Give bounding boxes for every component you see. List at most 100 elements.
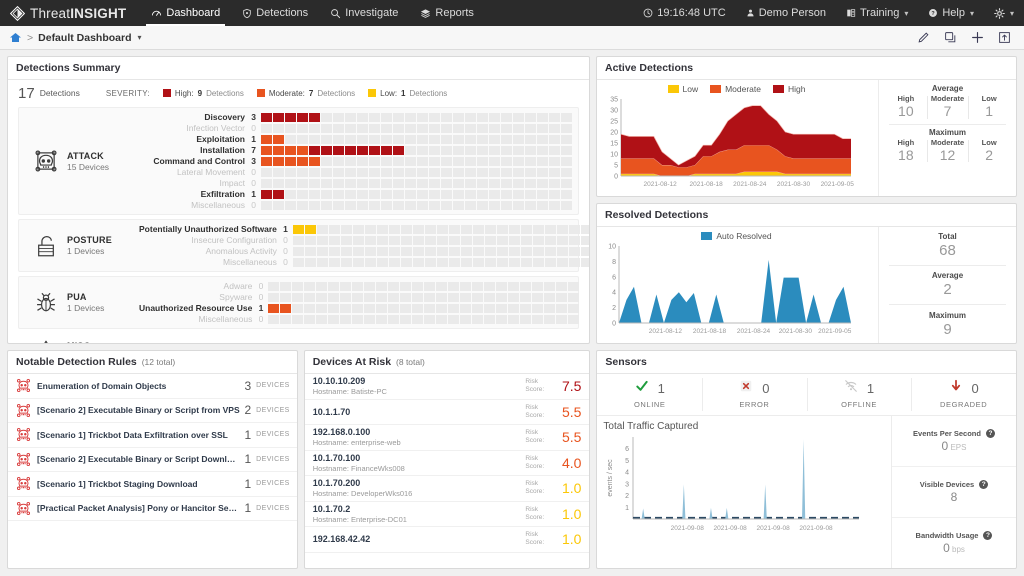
heatmap-cell bbox=[484, 281, 496, 291]
heatmap-cell bbox=[525, 167, 536, 177]
heatmap-cell bbox=[436, 224, 448, 234]
detection-row: Potentially Unauthorized Software 1 bbox=[139, 224, 589, 234]
sensor-status-label: DEGRADED bbox=[940, 400, 988, 409]
export-icon[interactable] bbox=[998, 31, 1011, 44]
detection-row: Exploitation 1 bbox=[139, 134, 572, 144]
heatmap-cell bbox=[460, 281, 472, 291]
heatmap-cell bbox=[357, 156, 368, 166]
active-detections-chart[interactable]: 0 5 10 15 20 25 30 35 2021-08-12 2021-08-18 2021-0… bbox=[599, 95, 874, 190]
heatmap-cell bbox=[292, 292, 304, 302]
rule-name: [Scenario 2] Executable Binary or Script… bbox=[37, 405, 240, 416]
device-list-item[interactable]: 10.1.70.2 Hostname: Enterprise-DC01 Risk Sc… bbox=[304, 502, 590, 527]
heatmap-cell bbox=[561, 167, 572, 177]
device-list-item[interactable]: 192.168.0.100 Hostname: enterprise-web Ris… bbox=[304, 425, 590, 451]
heatmap-cell bbox=[532, 235, 544, 245]
heatmap-cell bbox=[309, 167, 320, 177]
nav-item-investigate[interactable]: Investigate bbox=[319, 0, 409, 26]
detection-row-count: 1 bbox=[258, 303, 264, 313]
detection-row-label: Adware bbox=[223, 281, 253, 291]
sensor-status-label: ONLINE bbox=[633, 400, 666, 409]
device-risk-score: 5.5 bbox=[561, 403, 582, 420]
device-list-item[interactable]: 10.1.70.200 Hostname: DeveloperWks016 Risk… bbox=[304, 476, 590, 502]
sensor-status-offline[interactable]: 1 OFFLINE bbox=[806, 374, 912, 415]
detection-row-label: Exploitation bbox=[196, 134, 245, 144]
heatmap-cell bbox=[297, 123, 308, 133]
heatmap-cell bbox=[520, 257, 532, 267]
nav-item-reports[interactable]: Reports bbox=[409, 0, 485, 26]
add-icon[interactable] bbox=[971, 31, 984, 44]
detection-row: Infection Vector 0 bbox=[139, 123, 572, 133]
info-icon[interactable]: ? bbox=[983, 531, 993, 540]
info-icon[interactable]: ? bbox=[979, 480, 989, 489]
heatmap-cell bbox=[333, 189, 344, 199]
group-device-count: 15 Devices bbox=[67, 161, 110, 172]
heatmap-cell bbox=[436, 303, 448, 313]
user-menu[interactable]: Demo Person bbox=[736, 0, 836, 26]
heatmap-cell bbox=[321, 178, 332, 188]
detection-row-cells bbox=[261, 156, 572, 166]
heatmap-cell bbox=[340, 257, 352, 267]
heatmap-cell bbox=[316, 224, 328, 234]
detections-group-misc: MISC0 DevicesMiscellaneous0 bbox=[18, 333, 579, 343]
group-name: PUA bbox=[67, 292, 87, 302]
rule-name: Enumeration of Domain Objects bbox=[37, 380, 167, 391]
heatmap-cell bbox=[369, 156, 380, 166]
edit-icon[interactable] bbox=[917, 31, 930, 44]
heatmap-cell bbox=[388, 246, 400, 256]
training-menu[interactable]: Training ▾ bbox=[836, 0, 918, 26]
heatmap-cell bbox=[448, 314, 460, 324]
info-icon[interactable]: ? bbox=[985, 429, 995, 438]
device-list-item[interactable]: 192.168.42.42 Risk Score: 1.0 bbox=[304, 527, 590, 553]
rule-list-item[interactable]: [Scenario 1] Trickbot Data Exfiltration … bbox=[8, 423, 297, 448]
skull-icon bbox=[15, 402, 37, 419]
stats-divider bbox=[889, 304, 1006, 306]
group-meta: PUA 1 Devices bbox=[67, 292, 139, 313]
rule-list-item[interactable]: [Scenario 2] Executable Binary or Script… bbox=[8, 399, 297, 423]
legend-label: Moderate bbox=[725, 84, 762, 94]
device-info: 192.168.0.100 Hostname: enterprise-web bbox=[313, 427, 526, 447]
sensor-status-error[interactable]: 0 ERROR bbox=[702, 374, 807, 415]
heatmap-cell bbox=[496, 281, 508, 291]
duplicate-icon[interactable] bbox=[944, 31, 957, 44]
rule-device-unit: DEVICES bbox=[256, 480, 290, 488]
nav-item-detections[interactable]: Detections bbox=[231, 0, 319, 26]
heatmap-cell bbox=[520, 314, 532, 324]
total-traffic-chart[interactable]: 1 2 3 4 5 6 events / sec 2021-09-08 2021-09-08 20… bbox=[603, 433, 887, 533]
device-list-item[interactable]: 10.10.10.209 Hostname: Batiste-PC Risk Scor… bbox=[304, 374, 590, 400]
heatmap-cell bbox=[357, 189, 368, 199]
chevron-down-icon[interactable]: ▾ bbox=[138, 33, 142, 42]
rule-list-item[interactable]: [Scenario 1] Trickbot Staging Download 1 D… bbox=[8, 472, 297, 497]
breadcrumb-current[interactable]: Default Dashboard bbox=[38, 32, 131, 44]
severity-name: High: bbox=[174, 88, 194, 98]
skull-icon bbox=[15, 451, 37, 468]
sensor-status-top: 0 bbox=[911, 379, 1016, 398]
heatmap-cell bbox=[261, 189, 272, 199]
rule-list-item[interactable]: [Scenario 2] Executable Binary or Script… bbox=[8, 448, 297, 472]
user-icon bbox=[747, 9, 754, 17]
device-ip: 192.168.0.100 bbox=[312, 427, 371, 438]
heatmap-cell bbox=[429, 112, 440, 122]
sensor-status-online[interactable]: 1 ONLINE bbox=[597, 374, 702, 415]
heatmap-cell bbox=[549, 167, 560, 177]
nav-item-dashboard[interactable]: Dashboard bbox=[140, 0, 231, 26]
risk-score-label: Risk Score: bbox=[525, 429, 545, 445]
rule-list-item[interactable]: Enumeration of Domain Objects 3 DEVICES bbox=[8, 374, 297, 399]
rule-list-item[interactable]: [Practical Packet Analysis] Pony or Hanc… bbox=[8, 497, 297, 521]
help-menu[interactable]: ? Help ▾ bbox=[918, 0, 984, 26]
brand-logo[interactable]: ThreatINSIGHT bbox=[0, 0, 140, 26]
sensor-status-degraded[interactable]: 0 DEGRADED bbox=[911, 374, 1016, 415]
heatmap-cell bbox=[340, 292, 352, 302]
detection-row-cells bbox=[292, 235, 589, 245]
heatmap-cell bbox=[424, 281, 436, 291]
device-list-item[interactable]: 10.1.1.70 Risk Score: 5.5 bbox=[304, 400, 590, 425]
home-icon[interactable] bbox=[9, 32, 22, 43]
heatmap-cell bbox=[477, 145, 488, 155]
severity-legend-item-moderate: Moderate: 7 Detections bbox=[256, 89, 355, 98]
heatmap-cell bbox=[436, 235, 448, 245]
heatmap-cell bbox=[532, 292, 544, 302]
heatmap-cell bbox=[513, 134, 524, 144]
settings-menu[interactable]: ▾ bbox=[984, 0, 1024, 26]
device-list-item[interactable]: 10.1.70.100 Hostname: FinanceWks008 Risk Sc… bbox=[304, 451, 590, 476]
heatmap-cell bbox=[376, 303, 388, 313]
resolved-detections-chart[interactable]: 0 2 4 6 8 10 2021-08-12 2021-08-18 2021-08-24 202… bbox=[599, 242, 874, 337]
